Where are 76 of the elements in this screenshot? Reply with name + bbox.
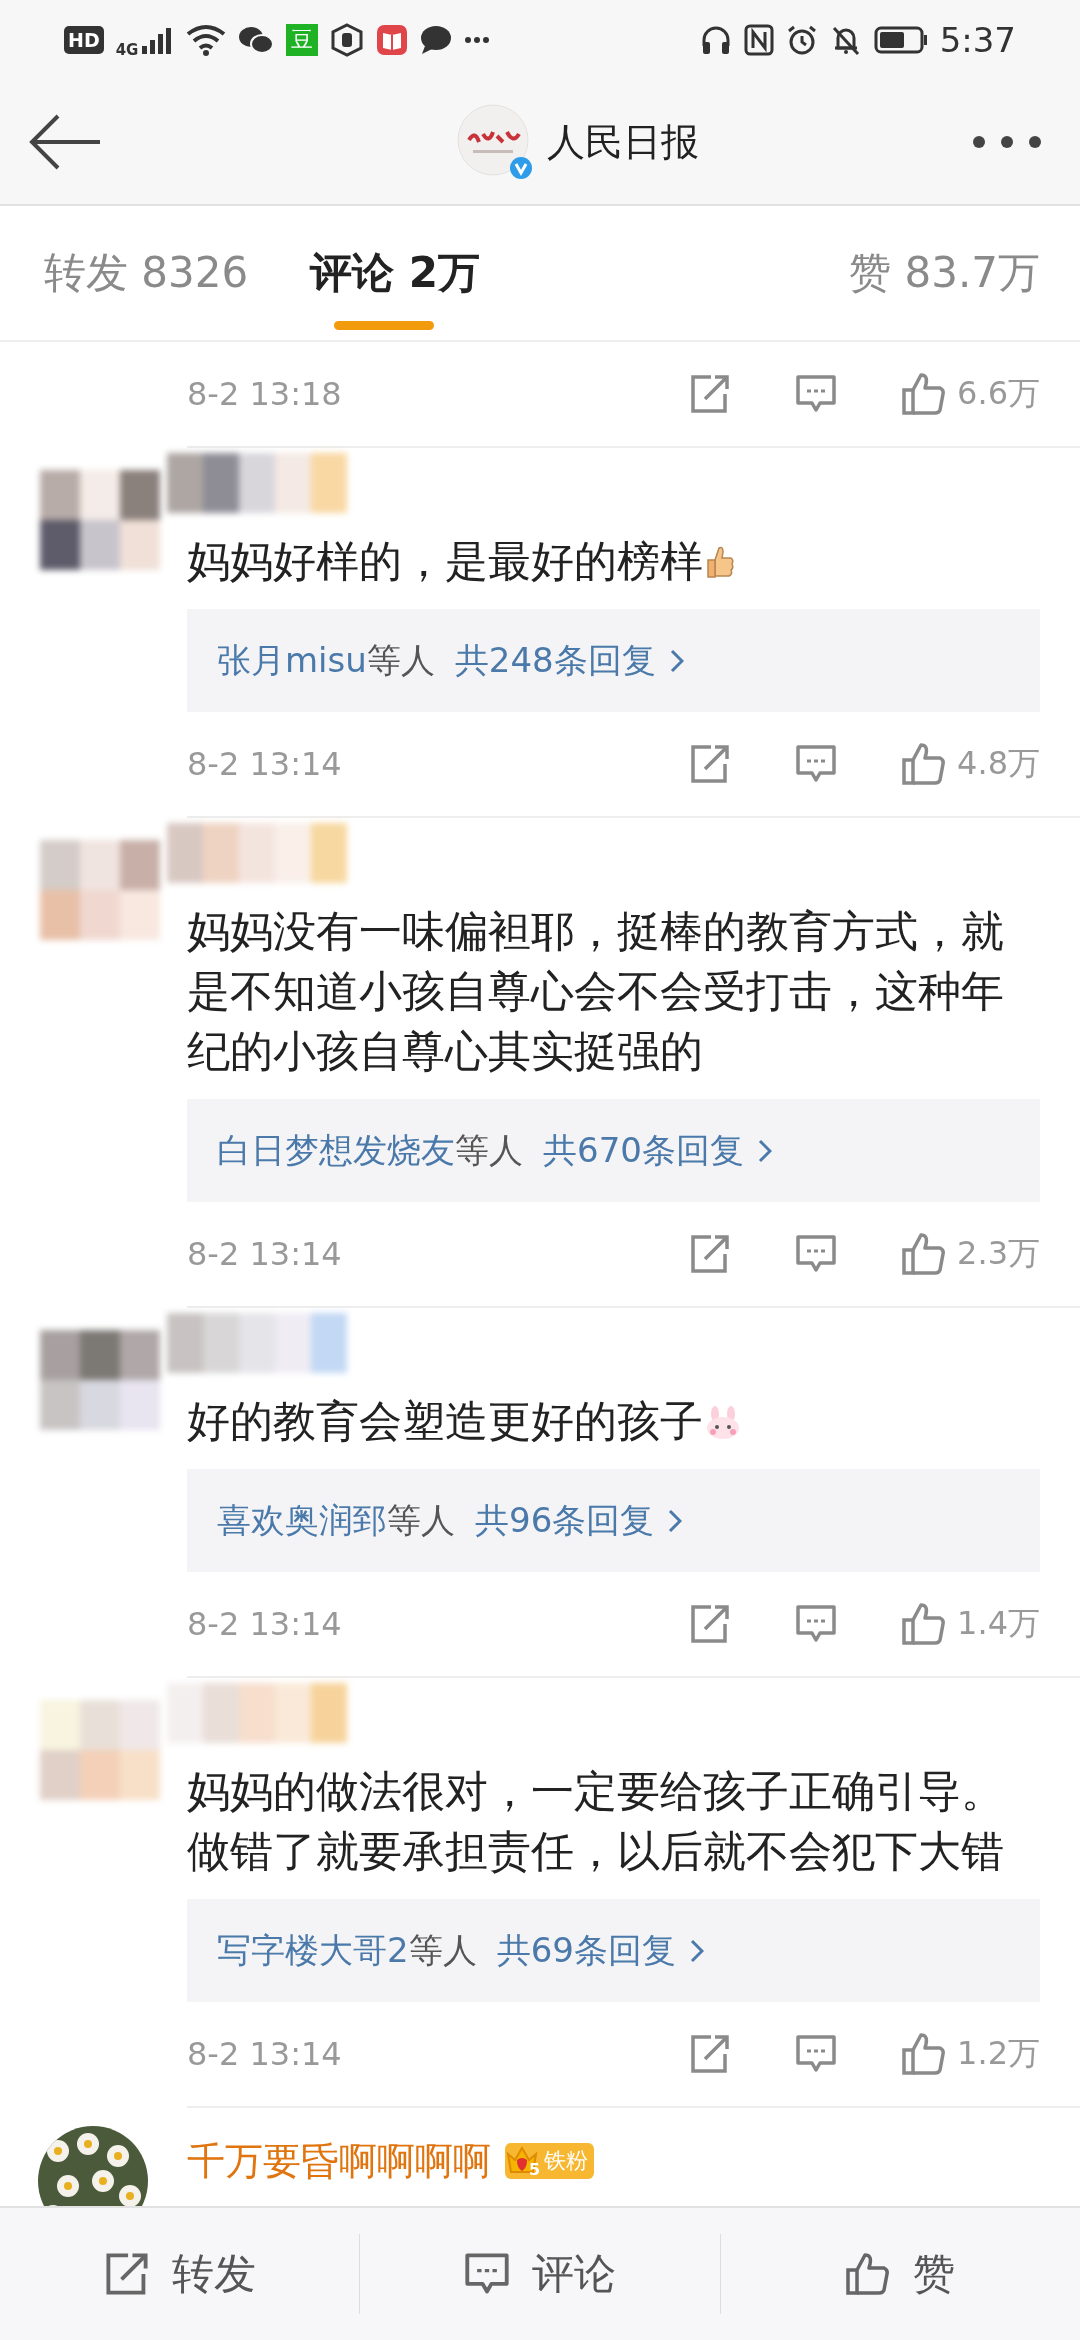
battery-icon <box>873 26 928 54</box>
tab[interactable]: 评论 2万 <box>306 206 513 340</box>
share-icon[interactable] <box>689 1604 732 1644</box>
chat-bubbles-icon <box>238 25 275 55</box>
chevron-right-icon <box>689 1938 704 1963</box>
nfc-icon <box>743 24 774 56</box>
reply-suffix: 等人 <box>387 1498 455 1542</box>
hd-label: HD <box>64 26 104 54</box>
thumbs-up-icon[interactable] <box>901 742 948 786</box>
replies-panel[interactable]: 喜欢奥润郅等人 共96条回复 <box>187 1469 1040 1572</box>
clock-time: 5:37 <box>939 20 1016 60</box>
reply-users[interactable]: 白日梦想发烧友 <box>217 1127 455 1174</box>
comment-button[interactable]: 评论 <box>360 2208 720 2340</box>
reply-count[interactable]: 共670条回复 <box>543 1127 744 1174</box>
book-icon <box>376 24 409 56</box>
share-icon[interactable] <box>689 1234 732 1274</box>
tab[interactable]: 转发 8326 <box>40 206 281 340</box>
comment-icon[interactable] <box>795 1604 838 1644</box>
more-icon <box>464 36 491 44</box>
reply-suffix: 等人 <box>408 1928 477 1972</box>
comment-icon[interactable] <box>795 744 838 784</box>
wifi-icon <box>186 24 227 56</box>
reply-users[interactable]: 喜欢奥润郅 <box>217 1497 387 1544</box>
replies-panel[interactable]: 写字楼大哥2等人 共69条回复 <box>187 1899 1040 2002</box>
reply-count[interactable]: 共96条回复 <box>475 1497 655 1544</box>
thumbs-up-icon[interactable] <box>901 372 948 416</box>
app-badge: 豆 <box>286 24 319 56</box>
reply-suffix: 等人 <box>366 638 435 682</box>
chevron-right-icon <box>668 1508 683 1533</box>
comment-icon <box>464 2252 510 2296</box>
reply-count[interactable]: 共248条回复 <box>454 637 656 684</box>
share-icon[interactable] <box>689 2034 732 2074</box>
message-icon <box>420 25 453 55</box>
comment-icon[interactable] <box>795 374 838 414</box>
comment-time: 8-2 13:14 <box>187 1235 342 1273</box>
comment-time: 8-2 13:14 <box>187 2035 342 2073</box>
like-count: 4.8万 <box>957 743 1040 784</box>
thumbs-up-icon <box>845 2252 892 2296</box>
like-count: 6.6万 <box>957 373 1040 414</box>
like-count: 1.4万 <box>957 1603 1040 1644</box>
network-label: 4G <box>115 41 139 59</box>
comment-icon[interactable] <box>795 2034 838 2074</box>
comment-time: 8-2 13:14 <box>187 1605 342 1643</box>
reply-users[interactable]: 写字楼大哥2 <box>217 1927 409 1974</box>
fan-level: 5 <box>529 2160 541 2179</box>
comment-time: 8-2 13:14 <box>187 745 342 783</box>
more-icon[interactable] <box>972 135 1042 149</box>
share-icon[interactable] <box>689 744 732 784</box>
fan-label: 铁粉 <box>544 2147 589 2175</box>
thumbs-up-icon[interactable] <box>901 1602 948 1646</box>
comment-text: 妈妈好样的，是最好的榜样 <box>187 531 1040 591</box>
like-count: 1.2万 <box>957 2033 1040 2074</box>
reply-users[interactable]: 张月misu <box>217 637 367 684</box>
replies-panel[interactable]: 白日梦想发烧友等人 共670条回复 <box>187 1099 1040 1202</box>
comment-text: 妈妈的做法很对，一定要给孩子正确引导。做错了就要承担责任，以后就不会犯下大错 <box>187 1765 1005 1878</box>
thumbs-up-icon[interactable] <box>901 1232 948 1276</box>
reply-count[interactable]: 共69条回复 <box>496 1927 676 1974</box>
chevron-right-icon <box>669 648 684 673</box>
like-count: 2.3万 <box>957 1233 1040 1274</box>
repost-button[interactable]: 转发 <box>0 2208 360 2340</box>
chevron-right-icon <box>757 1138 772 1163</box>
comment-time: 8-2 13:18 <box>187 375 342 413</box>
share-icon[interactable] <box>689 374 732 414</box>
logo-icon <box>457 104 529 176</box>
alarm-icon <box>785 24 818 56</box>
comment-text: 妈妈没有一味偏袒耶，挺棒的教育方式，就是不知道小孩自尊心会不会受打击，这种年纪的小孩自尊心其实挺强的 <box>187 905 1005 1078</box>
username[interactable]: 千万要昏啊啊啊啊 <box>187 2135 491 2187</box>
replies-panel[interactable]: 张月misu等人 共248条回复 <box>187 609 1040 712</box>
reply-suffix: 等人 <box>455 1128 523 1172</box>
share-icon <box>103 2252 150 2296</box>
like-button[interactable]: 赞 <box>720 2208 1080 2340</box>
tab[interactable]: 赞 83.7万 <box>845 206 1040 340</box>
account-title: 人民日报 <box>547 118 699 166</box>
comment-text: 好的教育会塑造更好的孩子 <box>187 1391 1040 1451</box>
comment-icon[interactable] <box>795 1234 838 1274</box>
thumbs-up-icon[interactable] <box>901 2032 948 2076</box>
